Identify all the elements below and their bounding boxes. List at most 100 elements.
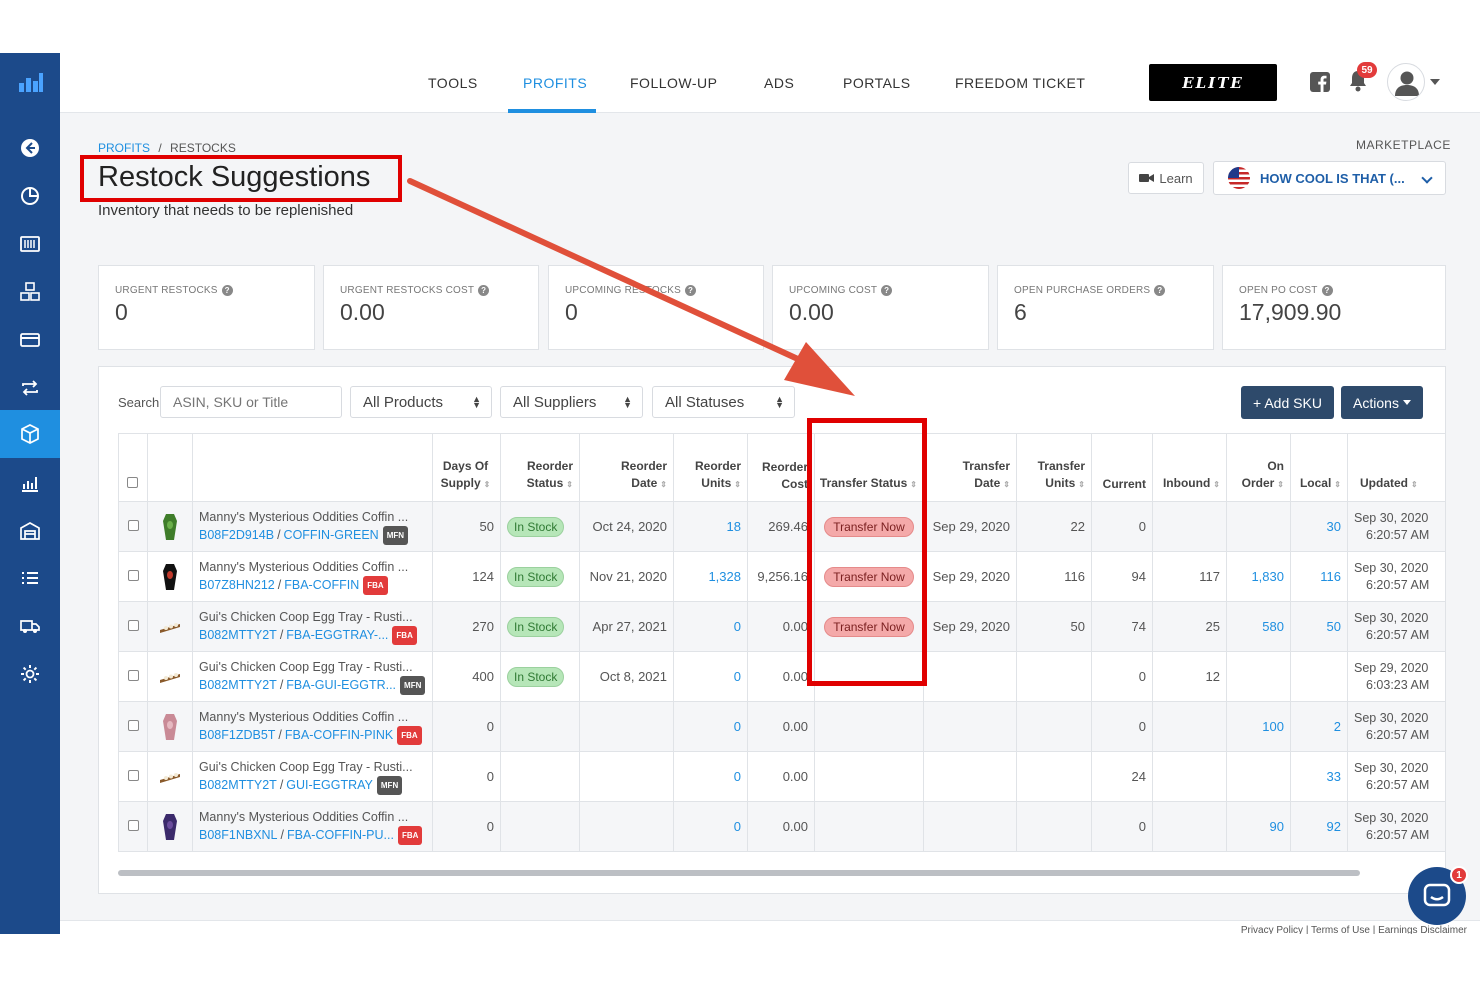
asin-link[interactable]: B07Z8HN212 — [199, 577, 275, 594]
help-icon[interactable]: ? — [221, 285, 233, 296]
table-row[interactable]: Manny's Mysterious Oddities Coffin ... B0… — [118, 501, 1445, 552]
nav-ads[interactable]: ADS — [764, 53, 794, 113]
reorder-units-cell[interactable]: 0 — [673, 801, 748, 852]
on-order-cell[interactable]: 580 — [1226, 601, 1291, 652]
list-icon[interactable] — [0, 554, 60, 602]
local-cell[interactable]: 116 — [1290, 551, 1348, 602]
on-order-cell[interactable]: 90 — [1226, 801, 1291, 852]
local-cell[interactable]: 2 — [1290, 701, 1348, 752]
products-filter-select[interactable]: All Products ▲ ▼ — [350, 386, 492, 418]
local-cell[interactable] — [1290, 651, 1348, 702]
header-reorder-status[interactable]: Reorder Status ⇕ — [500, 433, 580, 502]
header-reorder-units[interactable]: Reorder Units ⇕ — [673, 433, 748, 502]
table-row[interactable]: Manny's Mysterious Oddities Coffin ... B0… — [118, 551, 1445, 602]
footer-links[interactable]: Privacy Policy | Terms of Use | Earnings… — [1241, 925, 1467, 934]
nav-follow-up[interactable]: FOLLOW-UP — [630, 53, 717, 113]
header-inbound[interactable]: Inbound ⇕ — [1152, 433, 1227, 502]
sort-icon[interactable]: ⇕ — [1003, 480, 1010, 489]
reorder-units-cell[interactable]: 0 — [673, 601, 748, 652]
help-icon[interactable]: ? — [1321, 285, 1333, 296]
row-checkbox[interactable] — [127, 670, 139, 681]
user-avatar[interactable] — [1387, 63, 1425, 101]
add-sku-button[interactable]: + Add SKU — [1241, 386, 1334, 419]
local-cell[interactable]: 30 — [1290, 501, 1348, 552]
bar-chart-icon[interactable] — [0, 459, 60, 507]
sort-icon[interactable]: ⇕ — [484, 480, 491, 489]
sort-icon[interactable]: ⇕ — [1334, 480, 1341, 489]
local-cell[interactable]: 50 — [1290, 601, 1348, 652]
pie-chart-icon[interactable] — [0, 172, 60, 220]
header-updated[interactable]: Updated ⇕ — [1347, 433, 1445, 502]
logo-icon[interactable] — [18, 71, 44, 93]
row-checkbox[interactable] — [127, 820, 139, 831]
table-row[interactable]: Manny's Mysterious Oddities Coffin ... B0… — [118, 801, 1445, 852]
on-order-cell[interactable]: 100 — [1226, 701, 1291, 752]
asin-link[interactable]: B08F1ZDB5T — [199, 727, 275, 744]
local-cell[interactable]: 33 — [1290, 751, 1348, 802]
header-local[interactable]: Local ⇕ — [1290, 433, 1348, 502]
back-arrow-icon[interactable] — [0, 124, 60, 172]
row-checkbox[interactable] — [127, 720, 139, 731]
header-on-order[interactable]: On Order ⇕ — [1226, 433, 1291, 502]
reorder-units-cell[interactable]: 0 — [673, 701, 748, 752]
elite-button[interactable]: ELITE — [1149, 64, 1277, 101]
sku-link[interactable]: GUI-EGGTRAY — [286, 777, 373, 794]
header-transfer-units[interactable]: Transfer Units ⇕ — [1016, 433, 1092, 502]
suppliers-filter-select[interactable]: All Suppliers ▲ ▼ — [500, 386, 643, 418]
row-checkbox[interactable] — [127, 770, 139, 781]
credit-card-icon[interactable] — [0, 316, 60, 364]
sort-icon[interactable]: ⇕ — [1213, 480, 1220, 489]
reorder-units-cell[interactable]: 1,328 — [673, 551, 748, 602]
help-icon[interactable]: ? — [478, 285, 490, 296]
sku-link[interactable]: COFFIN-GREEN — [284, 527, 379, 544]
table-row[interactable]: Gui's Chicken Coop Egg Tray - Rusti... B0… — [118, 651, 1445, 702]
barcode-icon[interactable] — [0, 220, 60, 268]
row-checkbox[interactable] — [127, 570, 139, 581]
on-order-cell[interactable] — [1226, 751, 1291, 802]
sku-link[interactable]: FBA-COFFIN-PU... — [287, 827, 394, 844]
cube-icon[interactable] — [0, 410, 60, 458]
actions-dropdown-button[interactable]: Actions — [1341, 386, 1423, 419]
reorder-units-cell[interactable]: 0 — [673, 751, 748, 802]
row-checkbox[interactable] — [127, 620, 139, 631]
help-icon[interactable]: ? — [1154, 285, 1166, 296]
sort-icon[interactable]: ⇕ — [1411, 480, 1418, 489]
table-row[interactable]: Gui's Chicken Coop Egg Tray - Rusti... B0… — [118, 751, 1445, 802]
boxes-icon[interactable] — [0, 268, 60, 316]
reorder-units-cell[interactable]: 18 — [673, 501, 748, 552]
facebook-icon[interactable] — [1309, 71, 1331, 93]
nav-freedom-ticket[interactable]: FREEDOM TICKET — [955, 53, 1085, 113]
local-cell[interactable]: 92 — [1290, 801, 1348, 852]
sort-icon[interactable]: ⇕ — [660, 480, 667, 489]
reorder-units-cell[interactable]: 0 — [673, 651, 748, 702]
sort-icon[interactable]: ⇕ — [1078, 480, 1085, 489]
nav-profits[interactable]: PROFITS — [523, 53, 587, 113]
sku-link[interactable]: FBA-COFFIN — [284, 577, 359, 594]
nav-tools[interactable]: TOOLS — [428, 53, 478, 113]
header-days-of-supply[interactable]: Days Of Supply ⇕ — [432, 433, 501, 502]
warehouse-icon[interactable] — [0, 507, 60, 555]
horizontal-scrollbar[interactable] — [118, 870, 1360, 876]
sort-icon[interactable]: ⇕ — [1277, 480, 1284, 489]
sort-icon[interactable]: ⇕ — [566, 480, 573, 489]
help-icon[interactable]: ? — [881, 285, 893, 296]
row-checkbox[interactable] — [127, 520, 139, 531]
on-order-cell[interactable]: 1,830 — [1226, 551, 1291, 602]
header-reorder-cost[interactable]: Reorder Cost — [747, 433, 815, 502]
search-input[interactable] — [160, 386, 342, 418]
sku-link[interactable]: FBA-COFFIN-PINK — [285, 727, 393, 744]
asin-link[interactable]: B082MTTY2T — [199, 677, 277, 694]
sku-link[interactable]: FBA-EGGTRAY-... — [286, 627, 388, 644]
breadcrumb-profits-link[interactable]: PROFITS — [98, 141, 150, 155]
chevron-down-icon[interactable] — [1430, 79, 1440, 85]
sort-icon[interactable]: ⇕ — [734, 480, 741, 489]
repeat-icon[interactable] — [0, 364, 60, 412]
statuses-filter-select[interactable]: All Statuses ▲ ▼ — [652, 386, 795, 418]
header-transfer-date[interactable]: Transfer Date ⇕ — [923, 433, 1017, 502]
asin-link[interactable]: B08F1NBXNL — [199, 827, 278, 844]
marketplace-select[interactable]: HOW COOL IS THAT (... — [1213, 161, 1446, 195]
asin-link[interactable]: B082MTTY2T — [199, 627, 277, 644]
asin-link[interactable]: B08F2D914B — [199, 527, 274, 544]
on-order-cell[interactable] — [1226, 501, 1291, 552]
header-reorder-date[interactable]: Reorder Date ⇕ — [579, 433, 674, 502]
